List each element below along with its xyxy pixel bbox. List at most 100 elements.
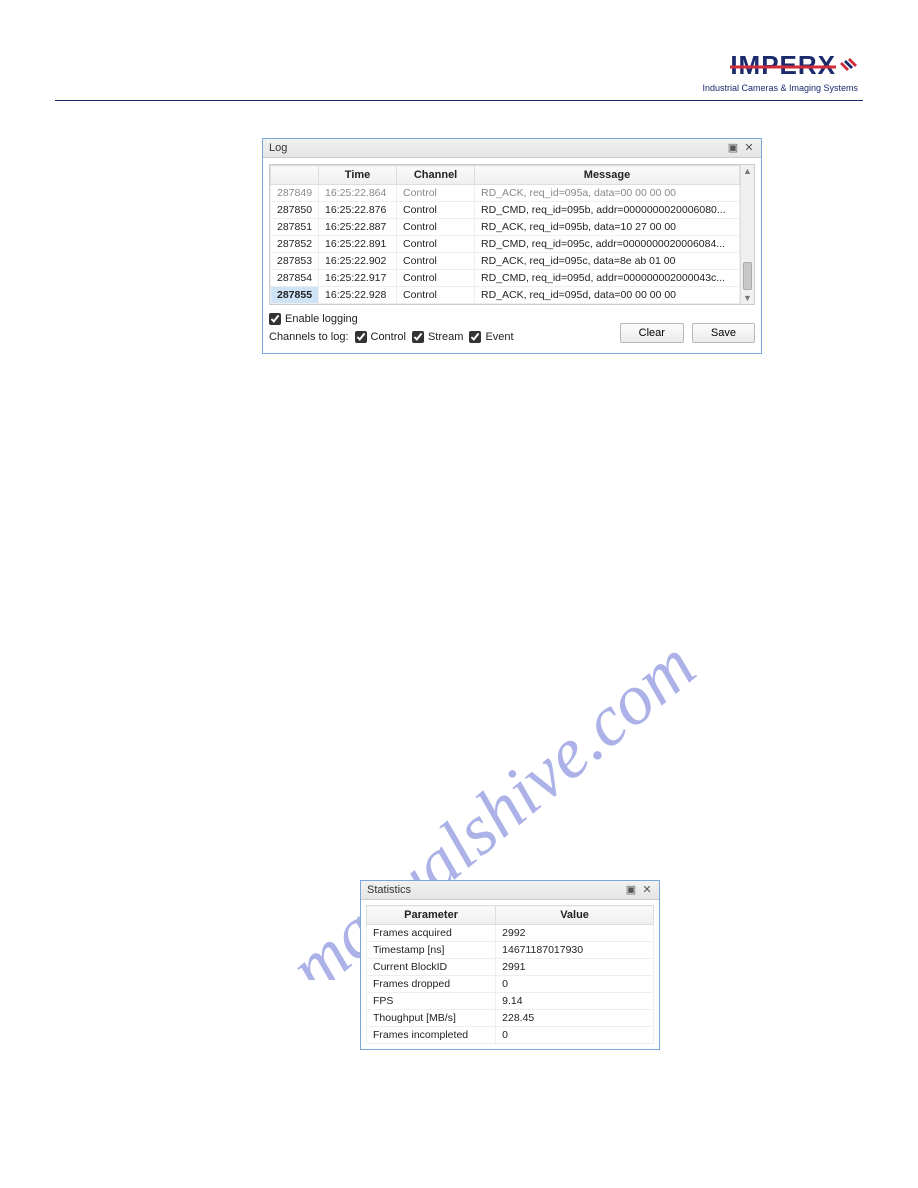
log-cell-message: RD_ACK, req_id=095a, data=00 00 00 00 [475,185,740,202]
log-col-channel: Channel [397,166,475,185]
enable-logging-input[interactable] [269,313,281,325]
logo: IMPERX [730,50,858,81]
table-row: Timestamp [ns]14671187017930 [367,942,654,959]
log-panel-titlebar: Log ▣ ✕ [263,139,761,158]
stats-cell-value: 9.14 [496,993,654,1010]
clear-button[interactable]: Clear [620,323,684,343]
statistics-titlebar: Statistics ▣ ✕ [361,881,659,900]
channel-control-input[interactable] [355,331,367,343]
channel-stream-label: Stream [428,331,463,343]
channel-stream-input[interactable] [412,331,424,343]
channel-event-checkbox[interactable]: Event [469,331,513,343]
log-table-wrap: Time Channel Message 28784916:25:22.864C… [269,164,755,305]
enable-logging-label: Enable logging [285,313,358,325]
channel-stream-checkbox[interactable]: Stream [412,331,463,343]
log-cell-channel: Control [397,219,475,236]
save-button[interactable]: Save [692,323,755,343]
log-cell-id: 287849 [271,185,319,202]
statistics-title: Statistics [367,884,411,896]
log-cell-time: 16:25:22.887 [319,219,397,236]
table-row: FPS9.14 [367,993,654,1010]
scroll-down-icon[interactable]: ▼ [741,292,754,304]
log-cell-message: RD_ACK, req_id=095d, data=00 00 00 00 [475,287,740,304]
table-row[interactable]: 28785216:25:22.891ControlRD_CMD, req_id=… [271,236,740,253]
table-row[interactable]: 28785016:25:22.876ControlRD_CMD, req_id=… [271,202,740,219]
log-table: Time Channel Message 28784916:25:22.864C… [270,165,740,304]
channels-label: Channels to log: [269,331,349,343]
log-cell-time: 16:25:22.864 [319,185,397,202]
table-row[interactable]: 28785516:25:22.928ControlRD_ACK, req_id=… [271,287,740,304]
stats-cell-param: Current BlockID [367,959,496,976]
channel-control-checkbox[interactable]: Control [355,331,406,343]
log-cell-channel: Control [397,185,475,202]
table-row[interactable]: 28784916:25:22.864ControlRD_ACK, req_id=… [271,185,740,202]
channel-event-input[interactable] [469,331,481,343]
table-row: Thoughput [MB/s]228.45 [367,1010,654,1027]
table-row: Frames acquired2992 [367,925,654,942]
log-cell-message: RD_ACK, req_id=095c, data=8e ab 01 00 [475,253,740,270]
scroll-thumb[interactable] [743,262,752,290]
stats-cell-value: 2992 [496,925,654,942]
log-cell-id: 287852 [271,236,319,253]
table-row: Frames incompleted0 [367,1027,654,1044]
log-scrollbar[interactable]: ▲ ▼ [740,165,754,304]
header-rule [55,100,863,101]
dock-icon[interactable]: ▣ [727,142,739,154]
log-cell-channel: Control [397,270,475,287]
log-cell-time: 16:25:22.928 [319,287,397,304]
log-cell-message: RD_CMD, req_id=095c, addr=00000000200060… [475,236,740,253]
log-cell-channel: Control [397,253,475,270]
channel-control-label: Control [371,331,406,343]
stats-cell-value: 228.45 [496,1010,654,1027]
log-header-row: Time Channel Message [271,166,740,185]
stats-cell-value: 14671187017930 [496,942,654,959]
scroll-up-icon[interactable]: ▲ [741,165,754,177]
stats-header-row: Parameter Value [367,906,654,925]
log-cell-message: RD_ACK, req_id=095b, data=10 27 00 00 [475,219,740,236]
stats-cell-value: 2991 [496,959,654,976]
page-header: IMPERX Industrial Cameras & Imaging Syst… [702,50,858,93]
table-row[interactable]: 28785316:25:22.902ControlRD_ACK, req_id=… [271,253,740,270]
channels-row: Channels to log: Control Stream Event [269,331,514,343]
log-col-message: Message [475,166,740,185]
log-cell-channel: Control [397,202,475,219]
stats-cell-param: Thoughput [MB/s] [367,1010,496,1027]
table-row[interactable]: 28785416:25:22.917ControlRD_CMD, req_id=… [271,270,740,287]
log-panel-body: Time Channel Message 28784916:25:22.864C… [263,158,761,353]
stats-cell-value: 0 [496,1027,654,1044]
stats-cell-param: Frames dropped [367,976,496,993]
stats-cell-value: 0 [496,976,654,993]
dock-icon[interactable]: ▣ [625,884,637,896]
stats-col-value: Value [496,906,654,925]
enable-logging-checkbox[interactable]: Enable logging [269,313,514,325]
table-row: Frames dropped0 [367,976,654,993]
log-cell-id: 287850 [271,202,319,219]
close-icon[interactable]: ✕ [641,884,653,896]
log-cell-time: 16:25:22.902 [319,253,397,270]
log-cell-time: 16:25:22.891 [319,236,397,253]
statistics-body: Parameter Value Frames acquired2992Times… [361,900,659,1049]
statistics-panel: Statistics ▣ ✕ Parameter Value Frames ac… [360,880,660,1050]
log-cell-id: 287851 [271,219,319,236]
log-cell-time: 16:25:22.876 [319,202,397,219]
stats-cell-param: Frames incompleted [367,1027,496,1044]
stats-cell-param: FPS [367,993,496,1010]
close-icon[interactable]: ✕ [743,142,755,154]
log-cell-message: RD_CMD, req_id=095b, addr=00000000200060… [475,202,740,219]
log-col-time: Time [319,166,397,185]
logo-tagline: Industrial Cameras & Imaging Systems [702,83,858,93]
watermark: manualshive.com [120,300,800,980]
log-controls: Enable logging Channels to log: Control … [269,313,755,343]
log-cell-channel: Control [397,236,475,253]
stats-cell-param: Timestamp [ns] [367,942,496,959]
statistics-table: Parameter Value Frames acquired2992Times… [366,905,654,1044]
log-col-id [271,166,319,185]
stats-col-param: Parameter [367,906,496,925]
log-cell-id: 287854 [271,270,319,287]
table-row[interactable]: 28785116:25:22.887ControlRD_ACK, req_id=… [271,219,740,236]
logo-chevrons-icon [840,57,858,75]
table-row: Current BlockID2991 [367,959,654,976]
log-panel: Log ▣ ✕ Time Channel Message 28784916:25… [262,138,762,354]
log-cell-time: 16:25:22.917 [319,270,397,287]
log-panel-title: Log [269,142,287,154]
